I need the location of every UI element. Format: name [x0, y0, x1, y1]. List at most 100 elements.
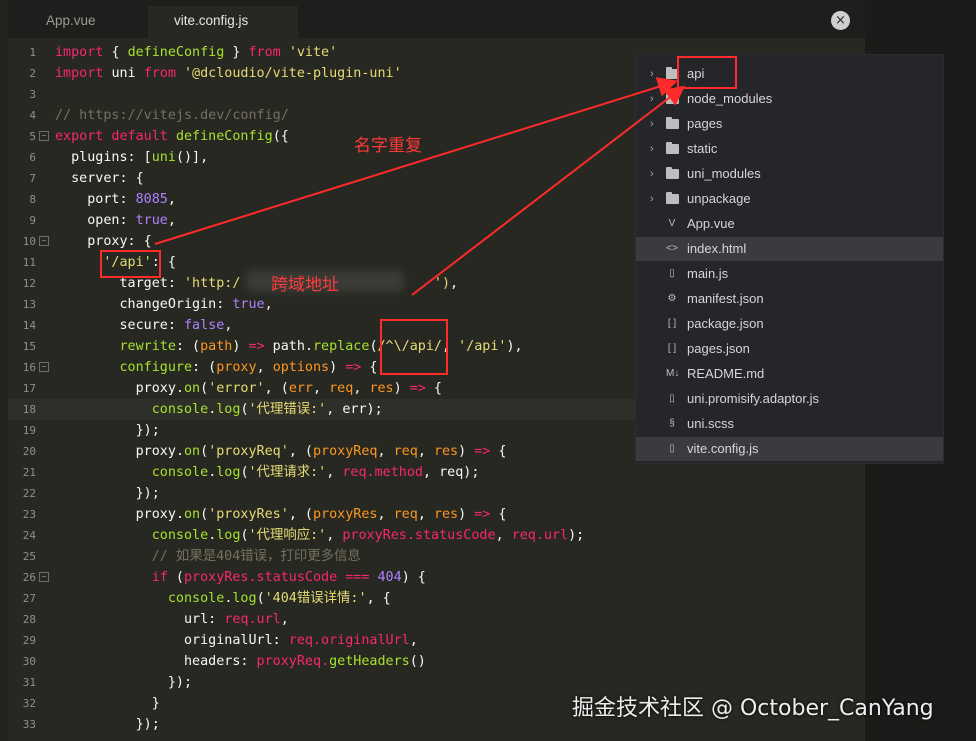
- line-number: 13: [22, 298, 36, 311]
- code-text: });: [55, 483, 160, 504]
- code-token: ,: [417, 507, 434, 522]
- code-token: 'proxyRes': [208, 507, 289, 522]
- code-token: false: [184, 318, 225, 333]
- code-line[interactable]: 24 console.log('代理响应:', proxyRes.statusC…: [8, 525, 865, 546]
- annotation-cross-domain: 跨域地址: [271, 275, 339, 295]
- tree-item-pages[interactable]: › pages: [636, 112, 943, 136]
- code-line[interactable]: 27 console.log('404错误详情:', {: [8, 588, 865, 609]
- tree-item-app-vue[interactable]: V App.vue: [636, 212, 943, 236]
- code-token: {: [490, 507, 507, 522]
- line-number: 5: [29, 130, 36, 143]
- line-number: 15: [22, 340, 36, 353]
- tree-item-vite-config-js[interactable]: ▯ vite.config.js: [636, 437, 943, 461]
- code-token: (): [409, 654, 426, 669]
- code-token: : (: [192, 360, 217, 375]
- code-text: originalUrl: req.originalUrl,: [55, 630, 418, 651]
- code-token: proxy: [216, 360, 257, 375]
- code-line[interactable]: 29 originalUrl: req.originalUrl,: [8, 630, 865, 651]
- code-text: configure: (proxy, options) => {: [55, 357, 378, 378]
- code-token: (: [200, 507, 209, 522]
- tree-item-package-json[interactable]: [ ] package.json: [636, 312, 943, 336]
- code-text: console.log('代理错误:', err);: [55, 399, 383, 420]
- line-number: 3: [29, 88, 36, 101]
- tree-item-label: uni.scss: [687, 416, 734, 431]
- chevron-right-icon[interactable]: ›: [650, 187, 654, 211]
- chevron-right-icon[interactable]: ›: [650, 137, 654, 161]
- tree-item-uni-modules[interactable]: › uni_modules: [636, 162, 943, 186]
- code-token: =>: [248, 339, 265, 354]
- code-line[interactable]: 26− if (proxyRes.statusCode === 404) {: [8, 567, 865, 588]
- code-line[interactable]: 22 });: [8, 483, 865, 504]
- folder-icon: [666, 92, 679, 104]
- chevron-right-icon[interactable]: ›: [650, 112, 654, 136]
- code-token: ,: [326, 465, 343, 480]
- code-token: ,: [167, 192, 176, 207]
- tree-item-uni-scss[interactable]: § uni.scss: [636, 412, 943, 436]
- tree-item-label: uni_modules: [687, 166, 761, 181]
- line-number: 6: [29, 151, 36, 164]
- fold-toggle-icon[interactable]: −: [39, 131, 49, 141]
- code-token: path: [200, 339, 233, 354]
- tree-item-static[interactable]: › static: [636, 137, 943, 161]
- tree-item-label: vite.config.js: [687, 441, 759, 456]
- code-line[interactable]: 25 // 如果是404错误，打印更多信息: [8, 546, 865, 567]
- highlight-api-key: [100, 250, 161, 278]
- chevron-right-icon[interactable]: ›: [650, 162, 654, 186]
- tree-item-node-modules[interactable]: › node_modules: [636, 87, 943, 111]
- code-token: ({: [272, 129, 289, 144]
- code-token: ()],: [175, 150, 209, 165]
- code-token: '/api': [458, 339, 507, 354]
- code-token: '@dcloudio/vite-plugin-uni': [184, 66, 402, 81]
- fold-toggle-icon[interactable]: −: [39, 236, 49, 246]
- code-token: proxy.: [55, 507, 184, 522]
- code-token: ,: [224, 318, 233, 333]
- code-token: ): [393, 381, 410, 396]
- tree-item-unpackage[interactable]: › unpackage: [636, 187, 943, 211]
- line-number: 8: [29, 193, 36, 206]
- chevron-right-icon[interactable]: ›: [650, 62, 654, 86]
- code-text: }: [55, 693, 160, 714]
- code-token: : (: [175, 339, 201, 354]
- code-token: url:: [55, 612, 225, 627]
- highlight-rewrite-regex: [380, 319, 448, 375]
- tree-item-uni-promisify-adaptor-js[interactable]: ▯ uni.promisify.adaptor.js: [636, 387, 943, 411]
- tree-item-main-js[interactable]: ▯ main.js: [636, 262, 943, 286]
- code-text: console.log('404错误详情:', {: [55, 588, 391, 609]
- tree-item-label: node_modules: [687, 91, 773, 106]
- code-token: , req);: [423, 465, 480, 480]
- code-text: // 如果是404错误，打印更多信息: [55, 546, 361, 567]
- fold-toggle-icon[interactable]: −: [39, 572, 49, 582]
- code-token: originalUrl:: [55, 633, 289, 648]
- tab-vite-config[interactable]: vite.config.js: [148, 6, 298, 38]
- tree-item-label: uni.promisify.adaptor.js: [687, 391, 819, 406]
- code-text: export default defineConfig({: [55, 126, 289, 147]
- chevron-right-icon[interactable]: ›: [650, 87, 654, 111]
- code-line[interactable]: 23 proxy.on('proxyRes', (proxyRes, req, …: [8, 504, 865, 525]
- tree-item-index-html[interactable]: <> index.html: [636, 237, 943, 261]
- line-number: 28: [22, 613, 36, 626]
- code-token: ,: [256, 360, 273, 375]
- code-line[interactable]: 21 console.log('代理请求:', req.method, req)…: [8, 462, 865, 483]
- code-token: res: [369, 381, 394, 396]
- code-line[interactable]: 30 headers: proxyReq.getHeaders(): [8, 651, 865, 672]
- highlight-api-folder: [677, 56, 737, 89]
- tree-item-readme-md[interactable]: M↓ README.md: [636, 362, 943, 386]
- code-token: (: [167, 570, 184, 585]
- code-token: ,: [495, 528, 512, 543]
- tree-item-pages-json[interactable]: [ ] pages.json: [636, 337, 943, 361]
- tab-app-vue[interactable]: App.vue: [16, 6, 156, 38]
- close-icon[interactable]: ×: [831, 11, 850, 30]
- code-token: getHeaders: [329, 654, 410, 669]
- line-number: 29: [22, 634, 36, 647]
- code-token: ,: [313, 381, 330, 396]
- fold-toggle-icon[interactable]: −: [39, 362, 49, 372]
- code-token: proxyRes.statusCode: [184, 570, 338, 585]
- code-token: (: [200, 444, 209, 459]
- tree-item-manifest-json[interactable]: ⚙ manifest.json: [636, 287, 943, 311]
- code-line[interactable]: 28 url: req.url,: [8, 609, 865, 630]
- code-token: req.method: [342, 465, 423, 480]
- code-token: ): [232, 339, 249, 354]
- code-token: , (: [264, 381, 289, 396]
